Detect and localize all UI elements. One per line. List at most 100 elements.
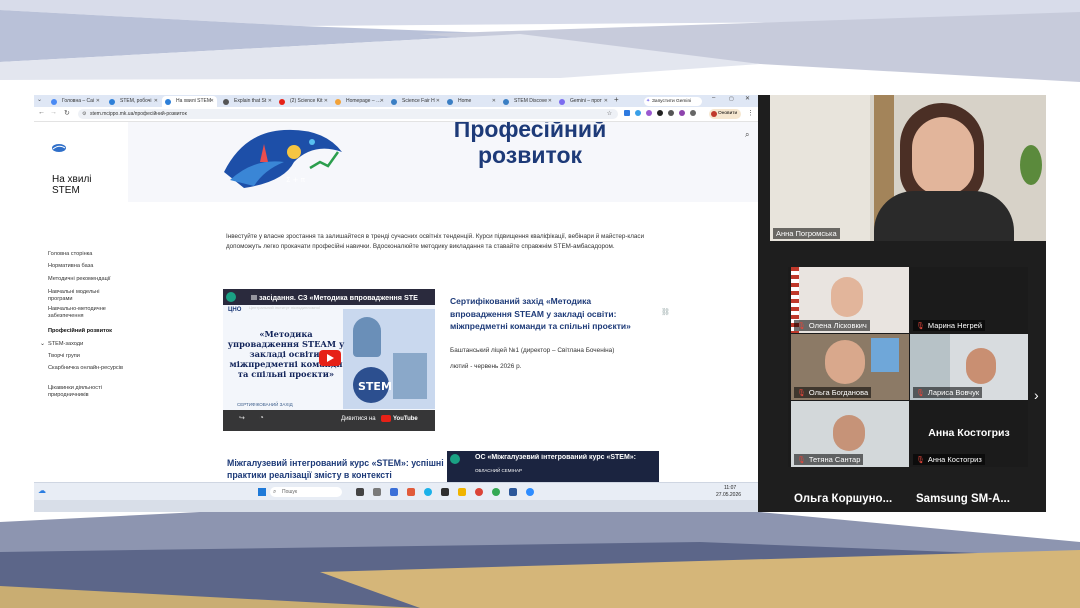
sidebar-nav-item[interactable]: Методичні рекомендації: [48, 276, 124, 283]
close-tab-icon[interactable]: ✕: [154, 96, 158, 107]
sidebar-nav-item[interactable]: Навчальні модельні програми: [48, 289, 124, 302]
new-tab-button[interactable]: +: [614, 95, 619, 104]
sidebar-nav-item[interactable]: Творчі групи: [48, 353, 124, 360]
link-icon[interactable]: ⛓: [661, 308, 670, 316]
task-view-icon[interactable]: [356, 488, 364, 496]
browser-tab[interactable]: На хвилі STEM ✕: [162, 96, 217, 107]
participant-tile[interactable]: 🎙 Марина Негрей: [910, 267, 1028, 333]
stem-wave-illustration: Σ + π: [224, 129, 342, 188]
extension-icon[interactable]: [668, 110, 674, 116]
maximize-icon[interactable]: ▢: [729, 96, 734, 102]
chrome-icon[interactable]: [475, 488, 483, 496]
extension-icon[interactable]: [635, 110, 641, 116]
extension-icon[interactable]: [679, 110, 685, 116]
clock-date[interactable]: 27.05.2026: [716, 492, 741, 498]
extension-icon[interactable]: [646, 110, 652, 116]
site-logo[interactable]: [52, 144, 66, 152]
gemini-button[interactable]: ✦ Запустити Gemini: [644, 97, 702, 106]
chevron-down-icon[interactable]: ⌄: [40, 340, 45, 347]
browser-tab[interactable]: Головна – Cai ✕: [48, 96, 103, 107]
video-player[interactable]: ОС «Міжгалузевий інтегрований курс «STEM…: [447, 451, 659, 482]
participant-tile[interactable]: 🎙 Тетяна Сантар: [791, 401, 909, 467]
extension-icon[interactable]: [657, 110, 663, 116]
sidebar-nav-item[interactable]: Професійний розвиток: [48, 328, 124, 335]
search-icon: ⌕: [273, 489, 277, 495]
browser-tab[interactable]: STEM, робочі ✕: [106, 96, 161, 107]
app-icon[interactable]: [407, 488, 415, 496]
close-tab-icon[interactable]: ✕: [492, 96, 496, 107]
sidebar-nav-item[interactable]: Головна сторінка: [48, 251, 124, 258]
speaker-face: [912, 117, 974, 195]
event-title-link[interactable]: Міжгалузевий інтегрований курс «STEM»: у…: [227, 457, 447, 481]
widgets-icon[interactable]: ☁: [38, 486, 46, 495]
event-school: Баштанський ліцей №1 (директор – Світлан…: [450, 347, 615, 354]
video-player[interactable]: ІІІ засідання. СЗ «Методика впровадження…: [223, 289, 435, 431]
taskbar-search-input[interactable]: ⌕ Пошук: [270, 487, 342, 497]
site-info-icon[interactable]: ⚙: [82, 109, 86, 119]
browser-tab[interactable]: Homepage – … ✕: [332, 96, 387, 107]
windows-start-icon[interactable]: [258, 488, 266, 496]
bookmark-star-icon[interactable]: ☆: [607, 109, 612, 119]
close-tab-icon[interactable]: ✕: [548, 96, 552, 107]
extension-icon[interactable]: [624, 110, 630, 116]
close-tab-icon[interactable]: ✕: [268, 96, 272, 107]
zoom-icon[interactable]: [526, 488, 534, 496]
watch-on-label[interactable]: Дивитися на: [341, 416, 376, 422]
participant-tile[interactable]: Анна Костогриз 🎙 Анна Костогриз: [910, 401, 1028, 467]
tab-menu-icon[interactable]: ⌄: [37, 96, 42, 103]
url-input[interactable]: ⚙ stem.mcippo.mk.ua/професійний-розвиток…: [78, 109, 618, 119]
extensions-puzzle-icon[interactable]: [690, 110, 696, 116]
folder-icon[interactable]: [458, 488, 466, 496]
menu-kebab-icon[interactable]: ⋮: [747, 109, 754, 117]
back-icon[interactable]: ←: [38, 109, 45, 116]
play-button[interactable]: [319, 350, 341, 366]
forward-icon[interactable]: →: [50, 109, 57, 116]
close-tab-icon[interactable]: ✕: [96, 96, 100, 107]
browser-tab[interactable]: STEM Discove ✕: [500, 96, 555, 107]
browser-tab[interactable]: Gemini – прот ✕: [556, 96, 611, 107]
close-tab-icon[interactable]: ✕: [436, 96, 440, 107]
reload-icon[interactable]: ↻: [64, 109, 70, 117]
minimize-icon[interactable]: –: [712, 95, 715, 101]
app-icon[interactable]: [390, 488, 398, 496]
participant-tile[interactable]: 🎙 Лариса Вовчук: [910, 334, 1028, 400]
event-title-link[interactable]: Сертифікований захід «Методика впровадже…: [450, 295, 650, 333]
sidebar-nav-item[interactable]: STEM-заходи: [48, 341, 124, 348]
edge-icon[interactable]: [424, 488, 432, 496]
close-tab-icon[interactable]: ✕: [210, 96, 214, 107]
channel-avatar[interactable]: [226, 292, 236, 302]
youtube-icon[interactable]: [381, 415, 391, 422]
sidebar-nav-item[interactable]: Нормативна база: [48, 263, 124, 270]
browser-tab[interactable]: Home ✕: [444, 96, 499, 107]
word-icon[interactable]: [509, 488, 517, 496]
channel-avatar[interactable]: [450, 454, 460, 464]
youtube-label[interactable]: YouTube: [393, 416, 418, 422]
participant-tile[interactable]: 🎙 Ольга Богданова: [791, 334, 909, 400]
sidebar-nav-item[interactable]: Скарбничка онлайн-ресурсів: [48, 365, 124, 372]
sidebar-nav-item[interactable]: Цікавинки діяльності природничників: [48, 385, 124, 398]
mic-off-icon: 🎙: [916, 390, 925, 397]
pen-icon[interactable]: [373, 488, 381, 496]
next-page-chevron-icon[interactable]: ›: [1034, 387, 1039, 403]
store-icon[interactable]: [441, 488, 449, 496]
close-window-icon[interactable]: ✕: [745, 95, 750, 102]
close-tab-icon[interactable]: ✕: [380, 96, 384, 107]
browser-tab[interactable]: (2) Science Kit ✕: [276, 96, 331, 107]
participant-tile[interactable]: 🎙 Олена Лісковкич: [791, 267, 909, 333]
video-title[interactable]: ІІІ засідання. СЗ «Методика впровадження…: [251, 293, 433, 302]
profile-button[interactable]: Оновити: [709, 109, 741, 119]
close-tab-icon[interactable]: ✕: [604, 96, 608, 107]
watch-later-icon[interactable]: ◔: [259, 413, 264, 422]
close-tab-icon[interactable]: ✕: [324, 96, 328, 107]
browser-tab[interactable]: Science Fair H ✕: [388, 96, 443, 107]
chrome-icon[interactable]: [492, 488, 500, 496]
speaker-video-tile[interactable]: Анна Погромська: [770, 95, 1046, 241]
certified-badge: СЕРТИФІКОВАНИЙ ЗАХІД: [237, 402, 293, 407]
browser-tab[interactable]: Explain that St ✕: [220, 96, 275, 107]
search-icon[interactable]: ⌕: [745, 130, 749, 140]
site-title[interactable]: На хвилі STEM: [52, 174, 122, 196]
clock-time[interactable]: 11:07: [724, 485, 736, 491]
sidebar-nav-item[interactable]: Навчально-методичне забезпечення: [48, 306, 124, 319]
video-title[interactable]: ОС «Міжгалузевий інтегрований курс «STEM…: [475, 454, 657, 461]
share-icon[interactable]: ↪: [239, 414, 245, 422]
